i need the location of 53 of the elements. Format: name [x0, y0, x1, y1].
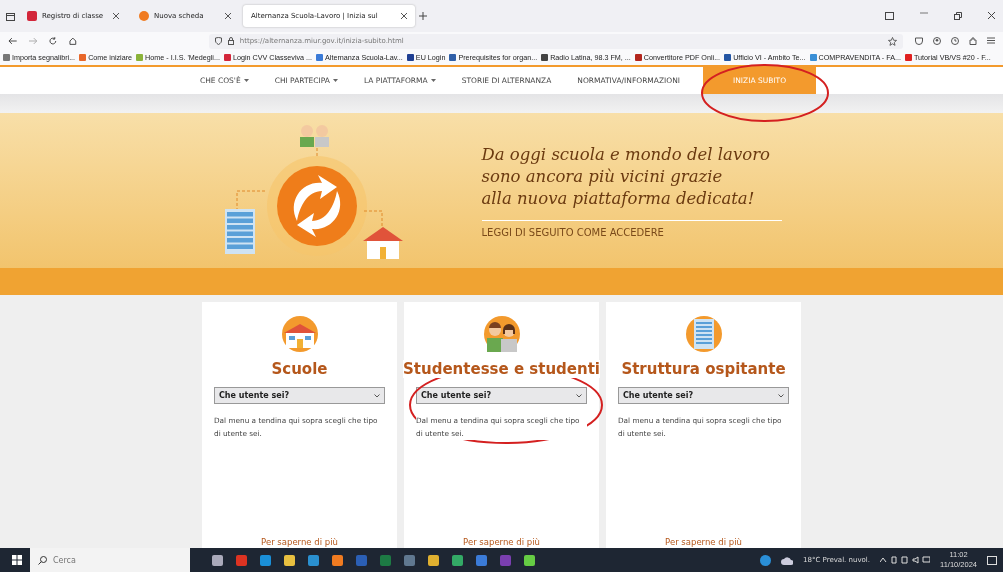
learn-more-link[interactable]: Per saperne di più [665, 537, 742, 548]
taskbar-app-icon[interactable] [260, 554, 271, 566]
chevron-icon [778, 393, 784, 398]
user-type-dropdown[interactable]: Che utente sei? [618, 387, 789, 404]
tray-icons-drawing[interactable] [880, 556, 930, 564]
shield-icon [214, 37, 222, 45]
close-icon[interactable] [988, 12, 995, 19]
taskbar-app-icon[interactable] [332, 554, 343, 566]
learn-more-link[interactable]: Per saperne di più [261, 537, 338, 548]
app-logo-icon [27, 11, 37, 21]
user-type-dropdown[interactable]: Che utente sei? [214, 387, 385, 404]
home-icon[interactable] [69, 37, 77, 45]
account-icon[interactable] [933, 37, 941, 45]
new-tab-icon[interactable] [419, 12, 427, 20]
restore-icon[interactable] [954, 12, 962, 20]
help-icon[interactable] [760, 554, 772, 566]
taskbar-app-icon[interactable] [212, 554, 223, 566]
hero-headline: sono ancora più vicini grazie [481, 165, 724, 188]
card-title: Studentesse e studenti [403, 360, 600, 378]
star-icon[interactable] [888, 36, 897, 46]
hero-headline: alla nuova piattaforma dedicata! [481, 187, 756, 210]
school-icon [279, 316, 320, 352]
notification-icon[interactable] [987, 555, 997, 565]
user-type-dropdown[interactable]: Che utente sei? [416, 387, 587, 404]
taskbar-app-icon[interactable] [524, 554, 535, 566]
hero-link[interactable]: LEGGI DI SEGUITO COME ACCEDERE [481, 226, 782, 238]
search-icon [38, 555, 47, 565]
chevron-icon [374, 393, 380, 398]
lock-icon [227, 37, 234, 45]
taskbar-app-icon[interactable] [284, 554, 295, 566]
chevron-icon [576, 393, 582, 398]
hero-headline: Da oggi scuola e mondo del lavoro [481, 143, 772, 166]
close-icon[interactable] [113, 13, 119, 19]
taskbar-app-icon[interactable] [308, 554, 319, 566]
close-icon[interactable] [225, 13, 231, 19]
learn-more-link[interactable]: Per saperne di più [463, 537, 540, 548]
history-icon[interactable] [951, 37, 959, 45]
students-icon [481, 316, 522, 352]
browser-logo-icon [139, 11, 149, 21]
cloud-icon [781, 555, 794, 565]
menu-icon[interactable] [987, 37, 995, 44]
reload-icon[interactable] [49, 37, 58, 45]
taskbar-app-icon[interactable] [452, 554, 463, 566]
taskbar-app-icon[interactable] [476, 554, 487, 566]
close-icon[interactable] [401, 13, 407, 19]
window-icon[interactable] [885, 12, 894, 20]
windows-start-icon[interactable] [12, 555, 22, 565]
office-building-icon [683, 316, 724, 352]
card-title: Struttura ospitante [621, 360, 786, 378]
taskbar-app-icon[interactable] [428, 554, 439, 566]
search-field[interactable]: Cerca [53, 555, 153, 565]
tab-list-icon[interactable] [6, 11, 15, 21]
back-arrow-icon[interactable] [8, 37, 17, 45]
